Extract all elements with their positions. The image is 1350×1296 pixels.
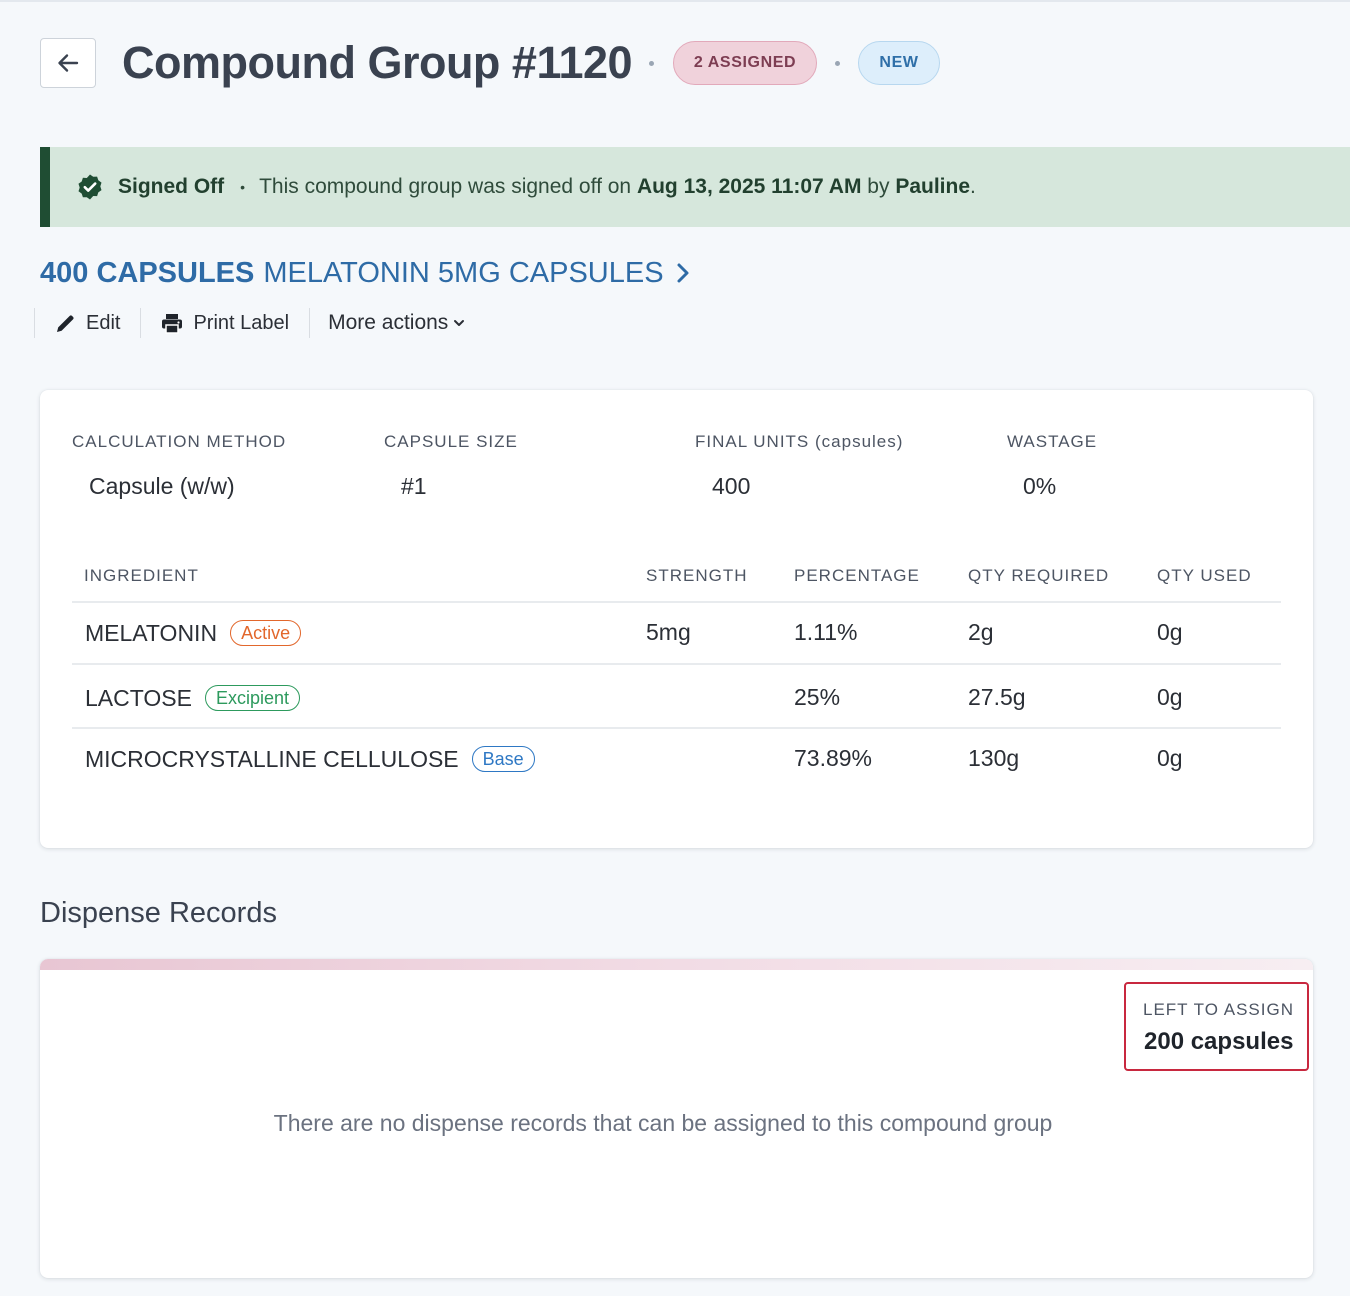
active-tag: Active — [230, 620, 302, 646]
percentage-cell: 73.89% — [794, 745, 873, 771]
qty-required-cell: 27.5g — [968, 684, 1026, 710]
chevron-down-icon — [453, 318, 475, 328]
back-button[interactable] — [40, 38, 96, 88]
separator-dot — [835, 61, 840, 66]
column-header-qty-required: QTY REQUIRED — [968, 566, 1110, 585]
ingredient-name: MELATONIN — [85, 619, 218, 646]
action-bar: Edit Print Label More actions — [34, 306, 475, 340]
printer-icon — [161, 313, 193, 334]
assigned-badge[interactable]: 2 ASSIGNED — [673, 41, 817, 85]
check-badge-icon — [76, 173, 104, 201]
base-tag: Base — [471, 746, 535, 772]
ingredient-name: LACTOSE — [85, 684, 192, 711]
chevron-right-icon — [676, 262, 690, 284]
product-quantity: 400 CAPSULES — [40, 257, 255, 289]
final-units-label: FINAL UNITS (capsules) — [695, 432, 904, 451]
banner-separator: • — [240, 179, 246, 195]
ingredient-cell: MICROCRYSTALLINE CELLULOSE Base — [85, 745, 535, 773]
ingredient-name: MICROCRYSTALLINE CELLULOSE — [85, 745, 459, 772]
calculation-method-value: Capsule (w/w) — [89, 473, 235, 499]
banner-datetime: Aug 13, 2025 11:07 AM — [636, 175, 862, 198]
more-actions-label: More actions — [328, 311, 449, 334]
left-to-assign-box: LEFT TO ASSIGN 200 capsules — [1124, 982, 1309, 1071]
column-header-percentage: PERCENTAGE — [794, 566, 920, 585]
wastage-label: WASTAGE — [1007, 432, 1098, 451]
divider — [140, 308, 142, 338]
column-header-strength: STRENGTH — [646, 566, 748, 585]
calculation-method-label: CALCULATION METHOD — [72, 432, 287, 451]
capsule-size-label: CAPSULE SIZE — [384, 432, 518, 451]
signed-off-banner: Signed Off • This compound group was sig… — [40, 147, 1350, 227]
more-actions-dropdown[interactable]: More actions — [328, 311, 475, 335]
edit-button[interactable]: Edit — [55, 312, 120, 335]
qty-required-cell: 130g — [968, 745, 1020, 771]
column-header-ingredient: INGREDIENT — [84, 566, 199, 585]
ingredient-cell: MELATONIN Active — [85, 619, 302, 647]
left-to-assign-label: LEFT TO ASSIGN — [1143, 1000, 1294, 1019]
product-name: MELATONIN 5MG CAPSULES — [263, 257, 664, 289]
qty-used-cell: 0g — [1157, 619, 1183, 645]
empty-state-message: There are no dispense records that can b… — [273, 1110, 1053, 1136]
loading-bar — [40, 959, 1313, 970]
column-header-qty-used: QTY USED — [1157, 566, 1252, 585]
page-title: Compound Group #1120 — [122, 37, 633, 88]
qty-required-cell: 2g — [968, 619, 994, 645]
banner-user: Pauline — [895, 175, 971, 198]
ingredient-cell: LACTOSE Excipient — [85, 684, 300, 712]
qty-used-cell: 0g — [1157, 684, 1183, 710]
product-link[interactable]: 400 CAPSULES MELATONIN 5MG CAPSULES — [40, 255, 690, 291]
left-to-assign-value: 200 capsules — [1144, 1028, 1294, 1055]
top-divider — [0, 0, 1350, 2]
empty-state: There are no dispense records that can b… — [0, 1110, 1350, 1137]
table-divider — [72, 663, 1281, 665]
excipient-tag: Excipient — [204, 685, 300, 711]
print-label-button[interactable]: Print Label — [161, 312, 289, 335]
divider — [34, 308, 35, 338]
edit-label: Edit — [86, 311, 121, 334]
status-badge: NEW — [858, 41, 940, 85]
dispense-records-title: Dispense Records — [40, 897, 277, 929]
table-divider — [72, 727, 1281, 729]
percentage-cell: 1.11% — [794, 619, 858, 645]
pencil-icon — [55, 313, 86, 334]
wastage-value: 0% — [1023, 473, 1057, 499]
banner-status: Signed Off — [118, 175, 225, 198]
print-label-text: Print Label — [193, 311, 290, 334]
capsule-size-value: #1 — [401, 473, 427, 499]
banner-by: by — [867, 175, 890, 198]
arrow-left-icon — [55, 50, 81, 76]
divider — [309, 308, 311, 338]
percentage-cell: 25% — [794, 684, 841, 710]
strength-cell: 5mg — [646, 619, 691, 645]
banner-text: This compound group was signed off on — [259, 175, 632, 198]
final-units-value: 400 — [712, 473, 751, 499]
qty-used-cell: 0g — [1157, 745, 1183, 771]
separator-dot — [649, 61, 654, 66]
banner-period: . — [970, 175, 976, 198]
table-divider — [72, 601, 1281, 603]
